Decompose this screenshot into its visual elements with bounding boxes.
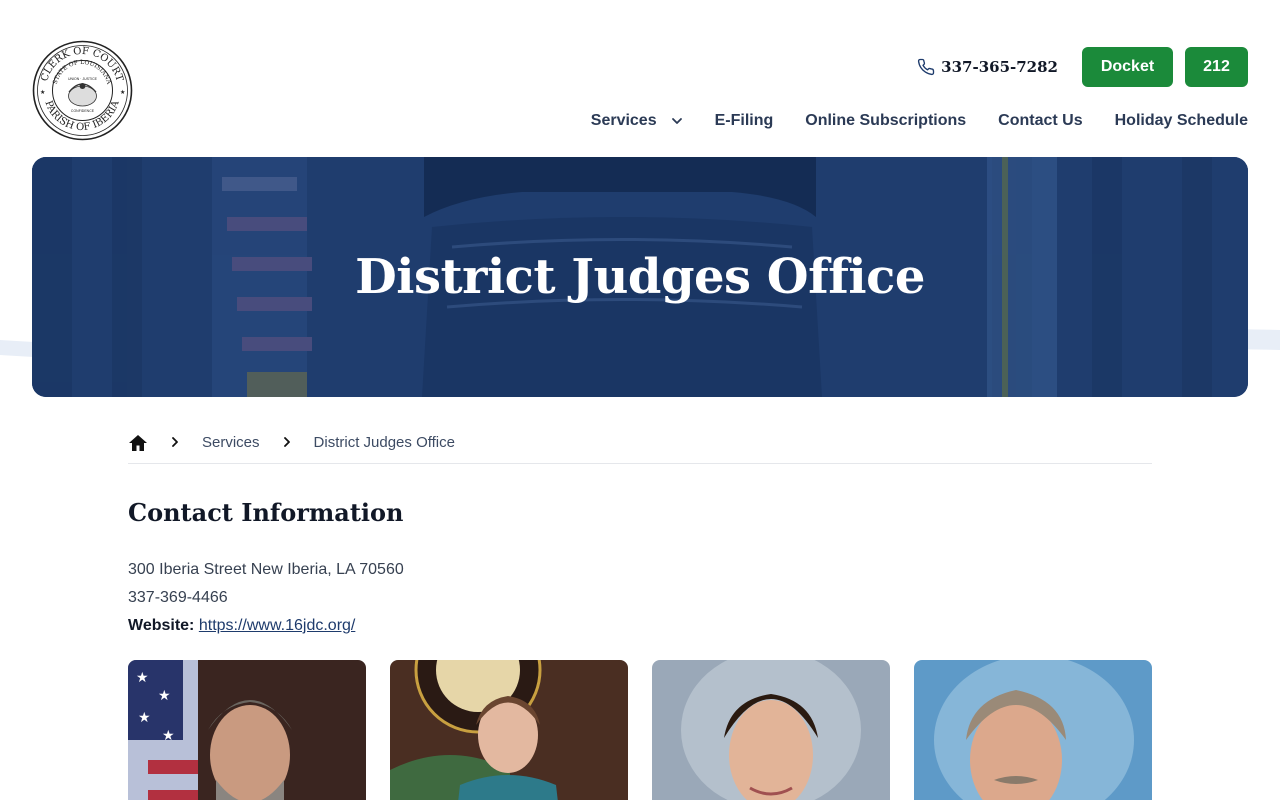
chevron-right-icon [283,437,290,447]
nav-item-label: Services [590,112,657,129]
judge-photo-card[interactable]: ★ ★ ★ ★ [128,660,366,800]
nav-item-services[interactable]: Services [591,112,683,130]
breadcrumb-item-current: District Judges Office [313,434,455,451]
header-actions: 337-365-7282 Docket 212 [917,47,1248,87]
svg-text:★: ★ [162,727,175,743]
chevron-right-icon [172,437,178,447]
judge-photo-card[interactable] [390,660,628,800]
svg-text:★: ★ [120,89,125,96]
judge-portrait-image [652,660,890,800]
contact-address: 300 Iberia Street New Iberia, LA 70560 [128,561,404,578]
contact-website-row: Website: https://www.16jdc.org/ [128,612,1152,640]
hero-banner: District Judges Office [32,157,1248,397]
contact-phone: 337-369-4466 [128,589,228,606]
svg-text:★: ★ [40,89,45,96]
judge-photo-card[interactable] [914,660,1152,800]
judge-photo-cards: ★ ★ ★ ★ [128,660,1152,800]
page-title: District Judges Office [355,249,925,305]
home-icon[interactable] [128,433,148,453]
nav-item-e-filing[interactable]: E-Filing [715,112,774,130]
header-phone-number: 337-365-7282 [941,58,1058,76]
clerk-of-court-seal-logo[interactable]: CLERK OF COURT PARISH OF IBERIA STATE OF… [32,40,133,141]
judge-portrait-image [914,660,1152,800]
contact-section: Contact Information 300 Iberia Street Ne… [128,496,1152,640]
header-phone-link[interactable]: 337-365-7282 [917,58,1058,76]
svg-text:★: ★ [158,687,171,703]
judge-portrait-image: ★ ★ ★ ★ [128,660,366,800]
phone-icon [918,58,935,76]
212-button[interactable]: 212 [1185,47,1248,87]
svg-text:UNION · JUSTICE: UNION · JUSTICE [68,77,98,81]
nav-item-holiday-schedule[interactable]: Holiday Schedule [1115,112,1248,130]
website-link[interactable]: https://www.16jdc.org/ [199,617,356,634]
docket-button[interactable]: Docket [1082,47,1173,87]
main-nav: Services E-Filing Online Subscriptions C… [591,112,1248,130]
contact-info-heading: Contact Information [128,498,404,527]
breadcrumb-item-services[interactable]: Services [202,430,260,456]
site-header: CLERK OF COURT PARISH OF IBERIA STATE OF… [0,0,1280,157]
judge-portrait-image [390,660,628,800]
svg-text:CONFIDENCE: CONFIDENCE [71,109,95,113]
nav-item-contact-us[interactable]: Contact Us [998,112,1082,130]
contact-info: 300 Iberia Street New Iberia, LA 70560 3… [128,556,1152,640]
breadcrumb: Services District Judges Office [128,430,1152,464]
chevron-down-icon [671,118,682,124]
svg-text:★: ★ [136,669,149,685]
website-label: Website: [128,617,195,634]
judge-photo-card[interactable] [652,660,890,800]
svg-text:★: ★ [138,709,151,725]
nav-item-online-subscriptions[interactable]: Online Subscriptions [805,112,966,130]
